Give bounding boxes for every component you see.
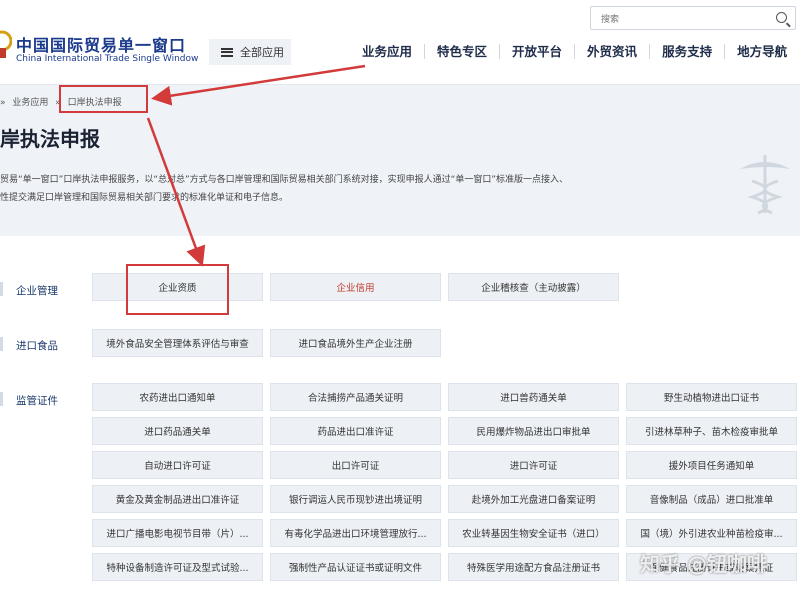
app-button-enterprise-qualification[interactable]: 企业资质 bbox=[92, 273, 263, 301]
app-button-food-safety-review[interactable]: 境外食品安全管理体系评估与审查 bbox=[92, 329, 263, 357]
app-button-certificate[interactable]: 药品进出口准许证 bbox=[270, 417, 441, 445]
app-button-food-producer-registration[interactable]: 进口食品境外生产企业注册 bbox=[270, 329, 441, 357]
app-button-certificate[interactable]: 农业转基因生物安全证书（进口） bbox=[448, 519, 619, 547]
page-description: 贸易“单一窗口”口岸执法申报服务，以“总对总”方式与各口岸管理和国际贸易相关部门… bbox=[0, 171, 720, 207]
search-icon[interactable] bbox=[776, 12, 787, 23]
app-button-certificate[interactable]: 自动进口许可证 bbox=[92, 451, 263, 479]
watermark: 知乎 @钮咖啡 bbox=[640, 552, 767, 576]
annotation-box-breadcrumb bbox=[59, 85, 148, 113]
breadcrumb-sep: » bbox=[0, 98, 6, 108]
logo-emblem-icon bbox=[0, 30, 12, 58]
site-logo[interactable]: 中国国际贸易单一窗口 China International Trade Sin… bbox=[0, 30, 200, 70]
site-header: 中国国际贸易单一窗口 China International Trade Sin… bbox=[0, 0, 800, 84]
nav-item-business-apps[interactable]: 业务应用 bbox=[350, 44, 424, 59]
page-title: 岸执法申报 bbox=[0, 127, 100, 151]
main-nav: 业务应用 特色专区 开放平台 外贸资讯 服务支持 地方导航 bbox=[350, 44, 799, 59]
app-button-certificate[interactable]: 音像制品（成品）进口批准单 bbox=[626, 485, 797, 513]
app-button-certificate[interactable]: 强制性产品认证证书或证明文件 bbox=[270, 553, 441, 581]
app-button-certificate[interactable]: 有毒化学品进出口环境管理放行... bbox=[270, 519, 441, 547]
app-button-certificate[interactable]: 野生动植物进出口证书 bbox=[626, 383, 797, 411]
app-button-certificate[interactable]: 出口许可证 bbox=[270, 451, 441, 479]
app-button-enterprise-credit[interactable]: 企业信用 bbox=[270, 273, 441, 301]
search-input[interactable] bbox=[591, 9, 761, 31]
app-button-certificate[interactable]: 民用爆炸物品进出口审批单 bbox=[448, 417, 619, 445]
app-button-certificate[interactable]: 黄金及黄金制品进出口准许证 bbox=[92, 485, 263, 513]
app-button-certificate[interactable]: 引进林草种子、苗木检疫审批单 bbox=[626, 417, 797, 445]
nav-item-special-zone[interactable]: 特色专区 bbox=[424, 44, 499, 59]
nav-item-local-nav[interactable]: 地方导航 bbox=[724, 44, 799, 59]
app-button-certificate[interactable]: 特殊医学用途配方食品注册证书 bbox=[448, 553, 619, 581]
page-description-line: 贸易“单一窗口”口岸执法申报服务，以“总对总”方式与各口岸管理和国际贸易相关部门… bbox=[0, 175, 568, 185]
category-marker bbox=[0, 392, 3, 406]
app-button-certificate[interactable]: 援外项目任务通知单 bbox=[626, 451, 797, 479]
nav-item-service-support[interactable]: 服务支持 bbox=[649, 44, 724, 59]
category-marker bbox=[0, 282, 3, 296]
nav-item-open-platform[interactable]: 开放平台 bbox=[499, 44, 574, 59]
app-button-certificate[interactable]: 农药进出口通知单 bbox=[92, 383, 263, 411]
menu-icon bbox=[221, 47, 233, 57]
all-apps-button[interactable]: 全部应用 bbox=[209, 39, 291, 65]
caduceus-icon bbox=[740, 155, 790, 215]
logo-title-cn: 中国国际贸易单一窗口 bbox=[16, 36, 187, 55]
app-button-certificate[interactable]: 合法捕捞产品通关证明 bbox=[270, 383, 441, 411]
all-apps-label: 全部应用 bbox=[240, 46, 284, 59]
search-box[interactable] bbox=[590, 6, 796, 31]
breadcrumb-parent[interactable]: 业务应用 bbox=[12, 98, 48, 108]
app-button-certificate[interactable]: 银行调运人民币现钞进出境证明 bbox=[270, 485, 441, 513]
category-label-import-food: 进口食品 bbox=[16, 340, 58, 352]
app-button-certificate[interactable]: 特种设备制造许可证及型式试验... bbox=[92, 553, 263, 581]
category-label-certificates: 监管证件 bbox=[16, 395, 58, 407]
app-button-certificate[interactable]: 国（境）外引进农业种苗检疫审... bbox=[626, 519, 797, 547]
category-marker bbox=[0, 337, 3, 351]
app-button-certificate[interactable]: 进口广播电影电视节目带（片）... bbox=[92, 519, 263, 547]
page-banner: » 业务应用 » 口岸执法申报 岸执法申报 贸易“单一窗口”口岸执法申报服务，以… bbox=[0, 84, 800, 236]
app-button-certificate[interactable]: 进口兽药通关单 bbox=[448, 383, 619, 411]
app-button-certificate[interactable]: 进口药品通关单 bbox=[92, 417, 263, 445]
app-button-enterprise-audit[interactable]: 企业稽核查（主动披露） bbox=[448, 273, 619, 301]
category-label-enterprise: 企业管理 bbox=[16, 285, 58, 297]
page-description-line: 性提交满足口岸管理和国际贸易相关部门要求的标准化单证和电子信息。 bbox=[0, 193, 289, 203]
logo-title-en: China International Trade Single Window bbox=[16, 54, 199, 64]
app-button-certificate[interactable]: 进口许可证 bbox=[448, 451, 619, 479]
nav-item-trade-news[interactable]: 外贸资讯 bbox=[574, 44, 649, 59]
app-button-certificate[interactable]: 赴境外加工光盘进口备案证明 bbox=[448, 485, 619, 513]
